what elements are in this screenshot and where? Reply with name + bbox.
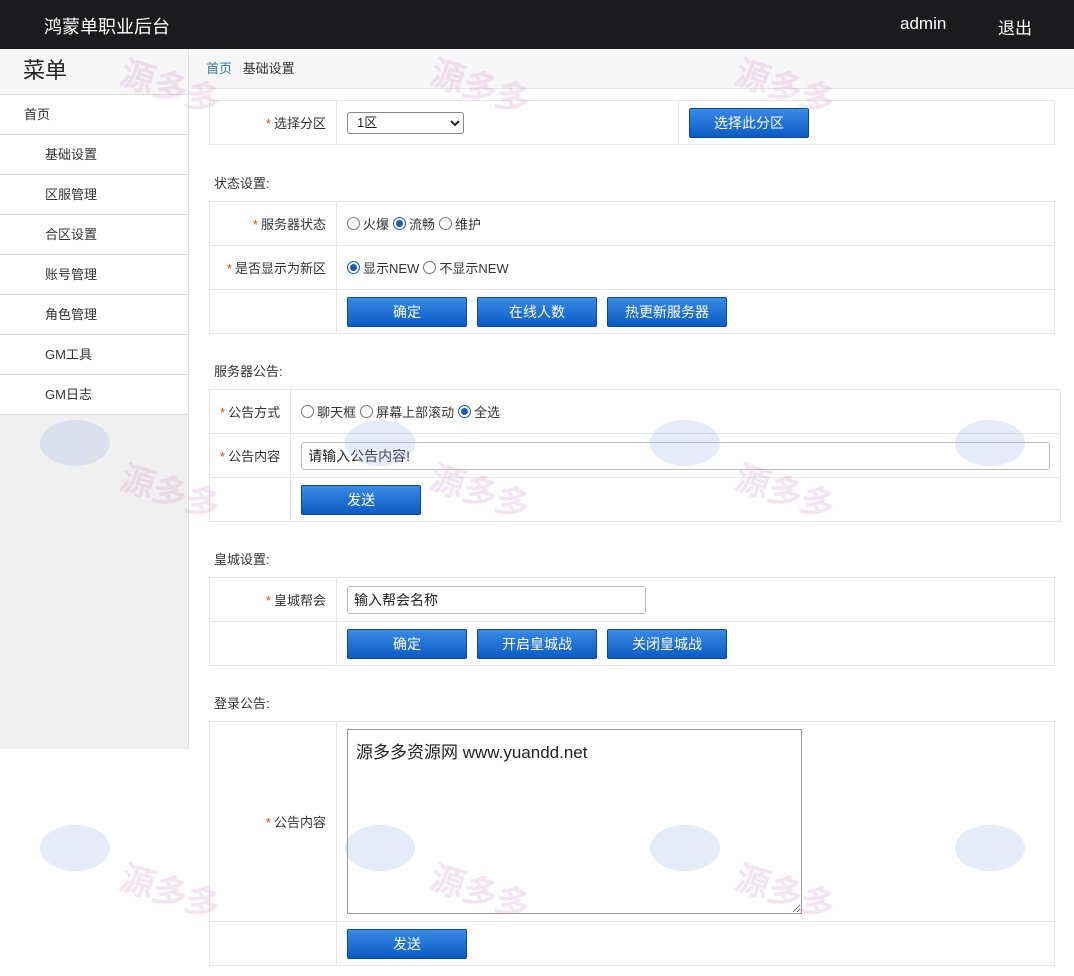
zone-label: 选择分区	[273, 116, 326, 131]
radio-dot-checked	[347, 261, 360, 274]
radio-notice-all[interactable]: 全选	[458, 402, 500, 421]
castle-section-title: 皇城设置:	[214, 552, 270, 567]
show-new-radio-group: 显示NEW 不显示NEW	[347, 258, 1044, 277]
start-castle-war-button[interactable]: 开启皇城战	[477, 628, 597, 659]
sidebar-item-account-management[interactable]: 账号管理	[0, 255, 188, 295]
radio-notice-chat[interactable]: 聊天框	[301, 402, 356, 421]
radio-dot	[347, 217, 360, 230]
castle-table: *皇城帮会 确定开启皇城战关闭皇城战	[209, 577, 1055, 666]
radio-dot	[439, 217, 453, 230]
castle-guild-label: 皇城帮会	[273, 593, 326, 608]
status-confirm-button[interactable]: 确定	[347, 296, 467, 327]
castle-guild-input[interactable]	[347, 585, 646, 614]
sidebar-item-home[interactable]: 首页	[0, 95, 188, 135]
notice-mode-radio-group: 聊天框 屏幕上部滚动 全选	[301, 402, 1050, 421]
show-new-label: 是否显示为新区	[234, 261, 326, 276]
notice-content-label: 公告内容	[228, 449, 281, 464]
online-count-button[interactable]: 在线人数	[477, 296, 597, 327]
sidebar-item-server-management[interactable]: 区服管理	[0, 175, 188, 215]
login-notice-textarea[interactable]: 源多多资源网 www.yuandd.net	[347, 728, 802, 914]
sidebar-item-merge-settings[interactable]: 合区设置	[0, 215, 188, 255]
sidebar-item-gm-tools[interactable]: GM工具	[0, 335, 188, 375]
radio-server-maintenance[interactable]: 维护	[439, 214, 481, 233]
main-content: 首页 基础设置 * 选择分区 1区 选择此分区 状态设置: * 服务器状态 火爆 流…	[190, 49, 1074, 976]
menu-title: 菜单	[0, 49, 188, 95]
radio-dot	[360, 405, 374, 418]
logout-link[interactable]: 退出	[998, 14, 1032, 39]
sidebar: 菜单 首页 基础设置 区服管理 合区设置 账号管理 角色管理 GM工具 GM日志	[0, 49, 189, 749]
radio-dot	[423, 261, 437, 274]
login-notice-table: * 公告内容 源多多资源网 www.yuandd.net 发送	[209, 721, 1055, 966]
stop-castle-war-button[interactable]: 关闭皇城战	[607, 628, 727, 659]
login-notice-send-button[interactable]: 发送	[347, 928, 467, 959]
top-bar: 鸿蒙单职业后台 admin 退出	[0, 0, 1074, 49]
radio-notice-scroll[interactable]: 屏幕上部滚动	[360, 402, 454, 421]
zone-table: * 选择分区 1区 选择此分区	[209, 100, 1055, 145]
status-table: *服务器状态 火爆 流畅 维护 *是否显示为新区 显示NEW 不显示NEW	[209, 201, 1055, 334]
notice-mode-label: 公告方式	[228, 405, 281, 420]
breadcrumb-home[interactable]: 首页	[206, 61, 232, 76]
login-notice-section-title: 登录公告:	[214, 696, 270, 711]
castle-confirm-button[interactable]: 确定	[347, 628, 467, 659]
radio-dot-checked	[393, 217, 407, 230]
breadcrumb: 首页 基础设置	[190, 49, 1074, 89]
sidebar-item-role-management[interactable]: 角色管理	[0, 295, 188, 335]
radio-server-hot[interactable]: 火爆	[347, 214, 389, 233]
login-notice-content-label: 公告内容	[273, 815, 326, 830]
sidebar-item-basic-settings[interactable]: 基础设置	[0, 135, 188, 175]
radio-dot-checked	[458, 405, 472, 418]
zone-select[interactable]: 1区	[347, 111, 464, 134]
watermark-logo-icon	[40, 825, 110, 871]
sidebar-item-gm-log[interactable]: GM日志	[0, 375, 188, 415]
notice-send-button[interactable]: 发送	[301, 484, 422, 515]
radio-dot	[301, 405, 315, 418]
select-zone-button[interactable]: 选择此分区	[689, 107, 809, 138]
breadcrumb-current: 基础设置	[242, 61, 295, 76]
current-user: admin	[900, 14, 947, 33]
server-status-radio-group: 火爆 流畅 维护	[347, 214, 1044, 233]
status-section-title: 状态设置:	[214, 176, 270, 191]
notice-table: *公告方式 聊天框 屏幕上部滚动 全选 *公告内容 发送	[208, 389, 1062, 522]
notice-content-input[interactable]	[301, 441, 1051, 470]
notice-section-title: 服务器公告:	[214, 364, 283, 379]
radio-server-smooth[interactable]: 流畅	[393, 214, 435, 233]
radio-show-new[interactable]: 显示NEW	[347, 258, 419, 277]
radio-hide-new[interactable]: 不显示NEW	[423, 258, 509, 277]
hot-update-server-button[interactable]: 热更新服务器	[607, 296, 727, 327]
app-title: 鸿蒙单职业后台	[44, 17, 170, 37]
server-status-label: 服务器状态	[260, 217, 326, 232]
